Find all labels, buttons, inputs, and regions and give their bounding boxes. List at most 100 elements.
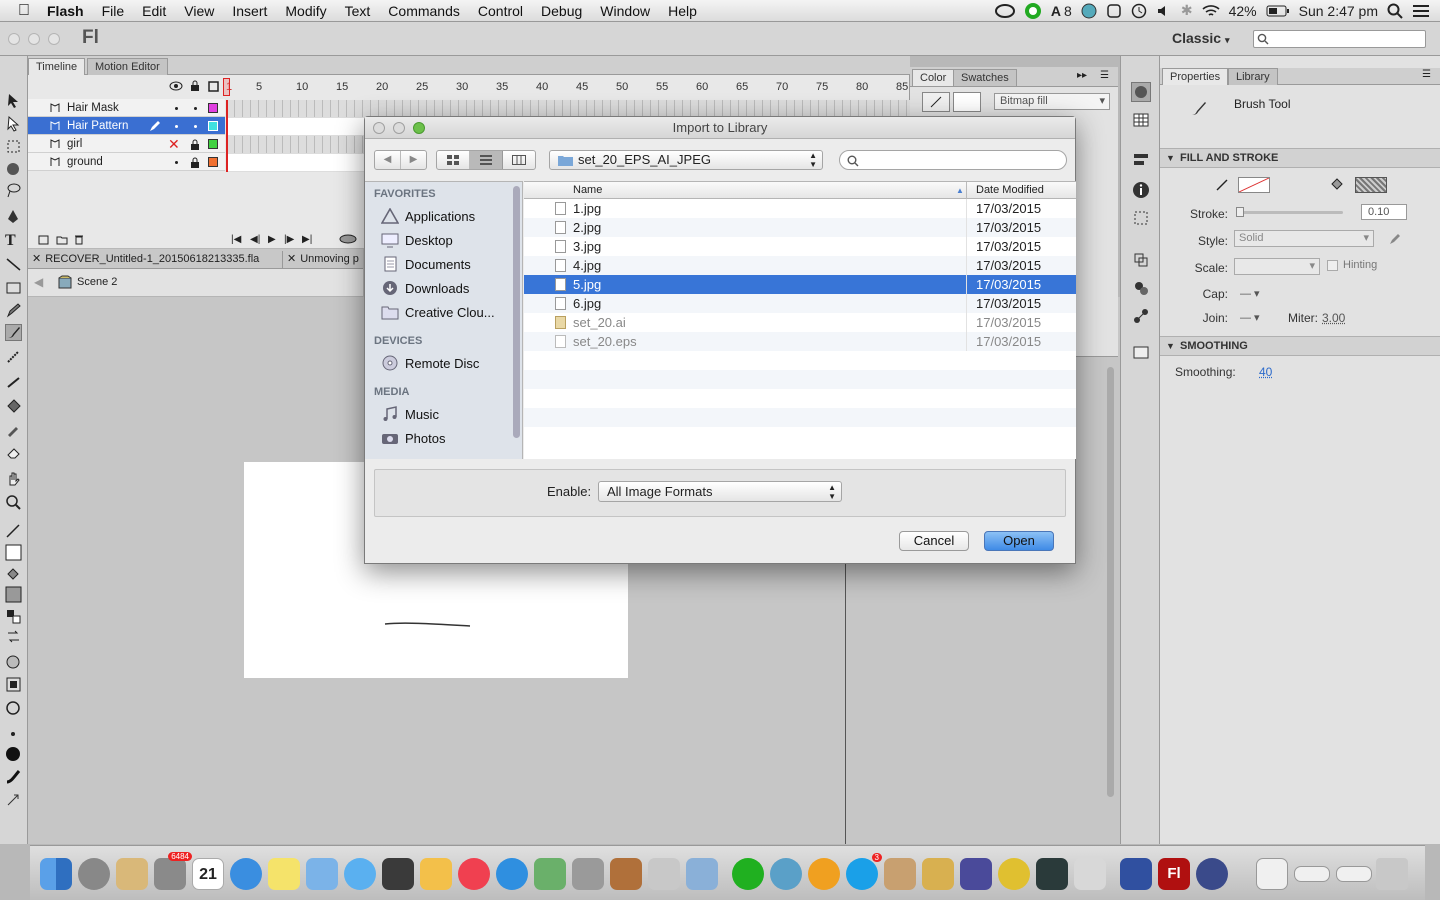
hidden-x-icon[interactable]: ✕	[168, 137, 180, 151]
bluetooth-icon[interactable]: ✱	[1181, 2, 1193, 19]
archive-utility-icon[interactable]	[922, 858, 954, 890]
flash-app-icon[interactable]: Fl	[1158, 858, 1190, 890]
free-transform-tool-icon[interactable]	[5, 138, 22, 155]
info-panel-icon[interactable]	[1131, 180, 1151, 200]
lock-icon[interactable]	[190, 157, 200, 168]
onion-skin-icon[interactable]	[338, 234, 358, 244]
step-forward-icon[interactable]: |▶	[284, 234, 294, 245]
eraser-tool-icon[interactable]	[5, 444, 22, 461]
bitmap-fill-icon[interactable]	[5, 586, 22, 603]
fill-color-swatch[interactable]	[5, 544, 22, 561]
style-select[interactable]: Solid ▾	[1234, 230, 1374, 247]
window-minimize-button[interactable]	[28, 33, 40, 45]
brush-small-size-icon[interactable]	[5, 726, 22, 743]
go-to-last-frame-icon[interactable]: ▶|	[302, 234, 312, 245]
fill-type-select[interactable]: Bitmap fill ▾	[994, 93, 1110, 110]
audio-app-icon[interactable]	[1196, 858, 1228, 890]
subselection-tool-icon[interactable]	[5, 115, 22, 132]
time-machine-icon[interactable]	[1131, 3, 1147, 19]
tab-color[interactable]: Color	[912, 69, 955, 86]
menu-control[interactable]: Control	[469, 0, 532, 22]
sidebar-item-photos[interactable]: Photos	[381, 430, 445, 446]
globe-status-icon[interactable]	[1081, 3, 1097, 19]
scene-name[interactable]: Scene 2	[77, 276, 117, 288]
edit-stroke-style-icon[interactable]	[1388, 232, 1402, 246]
fill-and-stroke-section[interactable]: ▼ FILL AND STROKE	[1160, 148, 1440, 168]
layer-color-swatch[interactable]	[208, 157, 218, 167]
hinting-checkbox[interactable]	[1327, 260, 1338, 271]
panel-collapse-icon[interactable]: ▸▸	[1077, 70, 1087, 81]
stroke-color-icon[interactable]	[1215, 178, 1229, 192]
smoothing-section[interactable]: ▼ SMOOTHING	[1160, 336, 1440, 356]
tab-library[interactable]: Library	[1228, 68, 1278, 85]
imovie-icon[interactable]	[960, 858, 992, 890]
textedit-icon[interactable]	[420, 858, 452, 890]
menu-debug[interactable]: Debug	[532, 0, 591, 22]
layer-row[interactable]: Hair Mask	[28, 99, 225, 117]
downloads-stack-icon[interactable]	[1336, 866, 1372, 882]
paint-bucket-tool-icon[interactable]	[5, 398, 22, 415]
file-row[interactable]: set_20.eps 17/03/2015	[524, 332, 1076, 351]
document-tab[interactable]: ✕ Unmoving p	[282, 251, 363, 269]
itunes-icon[interactable]	[458, 858, 490, 890]
menu-commands[interactable]: Commands	[379, 0, 469, 22]
close-icon[interactable]: ✕	[32, 253, 41, 265]
battery-percent[interactable]: 42%	[1229, 3, 1257, 19]
text-tool-icon[interactable]: T	[5, 232, 22, 249]
preview-icon[interactable]	[306, 858, 338, 890]
fill-bucket-icon[interactable]	[5, 566, 22, 583]
search-input[interactable]	[864, 153, 1060, 167]
sync-app-icon[interactable]	[732, 858, 764, 890]
layer-color-swatch[interactable]	[208, 121, 218, 131]
itunes-connect-icon[interactable]	[770, 858, 802, 890]
open-button[interactable]: Open	[984, 531, 1054, 551]
search-field[interactable]	[839, 150, 1067, 170]
network-icon[interactable]	[686, 858, 718, 890]
stroke-slider-thumb[interactable]	[1236, 207, 1244, 217]
snap-to-objects-icon[interactable]	[5, 654, 22, 671]
document-stack-icon[interactable]	[1256, 858, 1288, 890]
system-preferences-icon[interactable]	[572, 858, 604, 890]
fill-bucket-icon[interactable]	[1330, 177, 1344, 191]
stroke-color-icon[interactable]	[5, 522, 22, 539]
menu-window[interactable]: Window	[591, 0, 659, 22]
facetime-icon[interactable]	[382, 858, 414, 890]
play-icon[interactable]: ▶	[268, 234, 276, 245]
file-row[interactable]: 4.jpg 17/03/2015	[524, 256, 1076, 275]
back-arrow-icon[interactable]: ◀	[34, 275, 43, 289]
fill-color-button[interactable]	[953, 92, 981, 112]
unarchiver-icon[interactable]	[884, 858, 916, 890]
brush-tool-icon[interactable]	[5, 324, 22, 341]
menu-help[interactable]: Help	[659, 0, 706, 22]
chrome-icon[interactable]	[998, 858, 1030, 890]
cap-select[interactable]: — ▾	[1240, 287, 1270, 301]
dialog-minimize-button[interactable]	[393, 122, 405, 134]
window-zoom-button[interactable]	[48, 33, 60, 45]
cancel-button[interactable]: Cancel	[899, 531, 969, 551]
hand-tool-icon[interactable]	[5, 470, 22, 487]
tab-swatches[interactable]: Swatches	[953, 69, 1017, 86]
ibooks-icon[interactable]	[808, 858, 840, 890]
layer-color-swatch[interactable]	[208, 103, 218, 113]
file-row[interactable]: 1.jpg 17/03/2015	[524, 199, 1076, 218]
adobe-updates-icon[interactable]: A8	[1051, 3, 1072, 19]
layer-color-swatch[interactable]	[208, 139, 218, 149]
menu-text[interactable]: Text	[336, 0, 380, 22]
smoothing-value[interactable]: 40	[1259, 365, 1272, 379]
name-column-header[interactable]: Name	[573, 182, 602, 199]
document-tab[interactable]: ✕ RECOVER_Untitled-1_20150618213335.fla	[32, 251, 259, 269]
new-layer-icon[interactable]	[38, 235, 49, 245]
menu-insert[interactable]: Insert	[223, 0, 276, 22]
script-editor-icon[interactable]	[1074, 858, 1106, 890]
stroke-color-button[interactable]	[922, 92, 950, 112]
date-column-header[interactable]: Date Modified	[976, 182, 1044, 199]
lasso-tool-icon[interactable]	[5, 182, 22, 199]
apple-menu-icon[interactable]: 	[0, 0, 38, 22]
column-view-button[interactable]	[503, 151, 535, 169]
tab-properties[interactable]: Properties	[1162, 68, 1229, 85]
brush-size-icon[interactable]	[5, 745, 22, 762]
sidebar-scrollbar[interactable]	[513, 186, 520, 438]
mail-icon[interactable]: 6484	[154, 852, 192, 890]
file-row[interactable]: 6.jpg 17/03/2015	[524, 294, 1076, 313]
dropbox-status-icon[interactable]	[1106, 3, 1122, 19]
